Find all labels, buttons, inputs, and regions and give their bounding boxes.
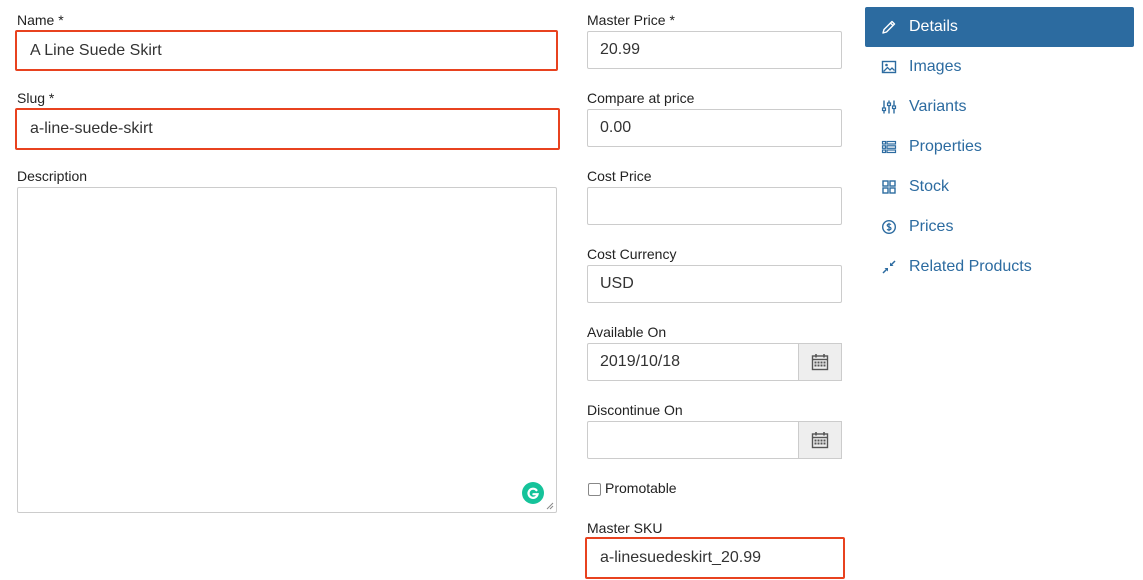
- name-label: Name *: [17, 12, 64, 28]
- sidebar-item-label: Stock: [909, 178, 950, 195]
- sidebar-item-prices[interactable]: Prices: [865, 207, 1134, 247]
- compare-at-price-label: Compare at price: [587, 90, 695, 106]
- sidebar-item-variants[interactable]: Variants: [865, 87, 1134, 127]
- available-on-input[interactable]: 2019/10/18: [587, 343, 799, 381]
- sidebar-item-label: Images: [909, 58, 962, 75]
- list-icon: [881, 139, 897, 155]
- available-on-calendar-button[interactable]: [799, 343, 842, 381]
- cost-price-label: Cost Price: [587, 168, 652, 184]
- name-input[interactable]: A Line Suede Skirt: [15, 30, 558, 71]
- sidebar-item-label: Details: [909, 18, 958, 35]
- discontinue-on-label: Discontinue On: [587, 402, 683, 418]
- calendar-icon: [811, 432, 829, 449]
- pencil-icon: [881, 19, 897, 35]
- master-sku-label: Master SKU: [587, 520, 663, 536]
- sidebar-item-stock[interactable]: Stock: [865, 167, 1134, 207]
- compare-at-price-input[interactable]: 0.00: [587, 109, 842, 147]
- sidebar-item-label: Related Products: [909, 258, 1032, 275]
- product-edit-page: Name * A Line Suede Skirt Slug * a-line-…: [0, 0, 1143, 580]
- sidebar-item-label: Properties: [909, 138, 982, 155]
- available-on-label: Available On: [587, 324, 667, 340]
- master-price-input[interactable]: 20.99: [587, 31, 842, 69]
- sidebar-item-related-products[interactable]: Related Products: [865, 247, 1134, 287]
- resize-grip-icon[interactable]: [546, 502, 554, 510]
- master-price-label: Master Price *: [587, 12, 675, 28]
- description-textarea[interactable]: [17, 187, 557, 513]
- sidebar-item-properties[interactable]: Properties: [865, 127, 1134, 167]
- sidebar-item-details[interactable]: Details: [865, 7, 1134, 47]
- grid-icon: [881, 179, 897, 195]
- slug-label: Slug *: [17, 90, 55, 106]
- sidebar-item-images[interactable]: Images: [865, 47, 1134, 87]
- cost-price-input[interactable]: [587, 187, 842, 225]
- sidebar-item-label: Variants: [909, 98, 967, 115]
- promotable-label[interactable]: Promotable: [605, 480, 677, 496]
- slug-input[interactable]: a-line-suede-skirt: [15, 108, 560, 150]
- discontinue-on-calendar-button[interactable]: [799, 421, 842, 459]
- sidebar-item-label: Prices: [909, 218, 954, 235]
- cost-currency-label: Cost Currency: [587, 246, 677, 262]
- promotable-checkbox[interactable]: [588, 483, 601, 496]
- image-icon: [881, 59, 897, 75]
- sliders-icon: [881, 99, 897, 115]
- master-sku-input[interactable]: a-linesuedeskirt_20.99: [585, 537, 845, 579]
- grammarly-icon[interactable]: [522, 482, 544, 504]
- dollar-circle-icon: [881, 219, 897, 235]
- arrows-in-icon: [881, 259, 897, 275]
- calendar-icon: [811, 354, 829, 371]
- discontinue-on-input[interactable]: [587, 421, 799, 459]
- cost-currency-input[interactable]: USD: [587, 265, 842, 303]
- description-label: Description: [17, 168, 88, 184]
